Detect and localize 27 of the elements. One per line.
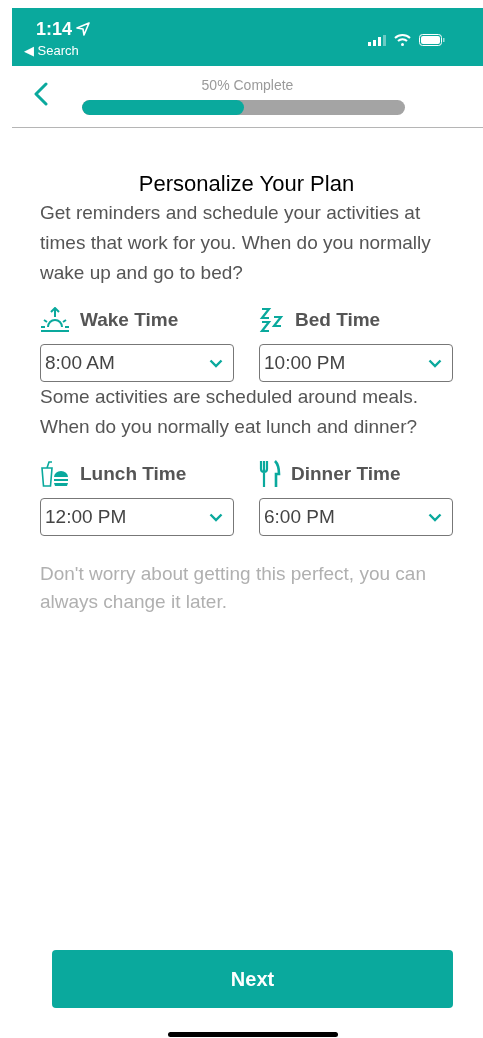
instruction-text: Some activities are scheduled around meals. When do you normally eat lunch and dinner? bbox=[40, 385, 420, 439]
chevron-down-icon bbox=[428, 358, 442, 368]
wifi-icon bbox=[394, 34, 411, 46]
sunrise-icon bbox=[40, 307, 70, 333]
chevron-down-icon bbox=[209, 358, 223, 368]
battery-icon bbox=[419, 34, 445, 46]
field-label: Wake Time bbox=[80, 307, 179, 332]
field-label: Bed Time bbox=[295, 307, 381, 332]
location-arrow-icon bbox=[76, 22, 91, 36]
back-icon[interactable] bbox=[34, 82, 48, 106]
signal-icon bbox=[368, 34, 386, 46]
progress-label: 50% Complete bbox=[201, 76, 294, 94]
drink-and-burger-icon bbox=[40, 461, 70, 487]
time-dropdown[interactable]: 12:00 PM bbox=[40, 498, 234, 536]
hint-text: Don't worry about getting this perfect, you can always change it later. bbox=[40, 562, 427, 614]
instruction-text: Get reminders and schedule your activities at times that work for you. When do you normally wake up and go to bed? bbox=[40, 201, 432, 285]
time-dropdown[interactable]: 6:00 PM bbox=[259, 498, 453, 536]
fork-and-knife-icon bbox=[259, 460, 281, 488]
time-dropdown[interactable]: 8:00 AM bbox=[40, 344, 234, 382]
clock-time: 1:14 bbox=[36, 18, 73, 40]
time-dropdown[interactable]: 10:00 PM bbox=[259, 344, 453, 382]
sleep-zzz-icon bbox=[259, 307, 285, 333]
page-title: Personalize Your Plan bbox=[137, 170, 356, 198]
chevron-down-icon bbox=[209, 512, 223, 522]
chevron-down-icon bbox=[428, 512, 442, 522]
field-label: Dinner Time bbox=[291, 461, 401, 486]
field-label: Lunch Time bbox=[80, 461, 187, 486]
